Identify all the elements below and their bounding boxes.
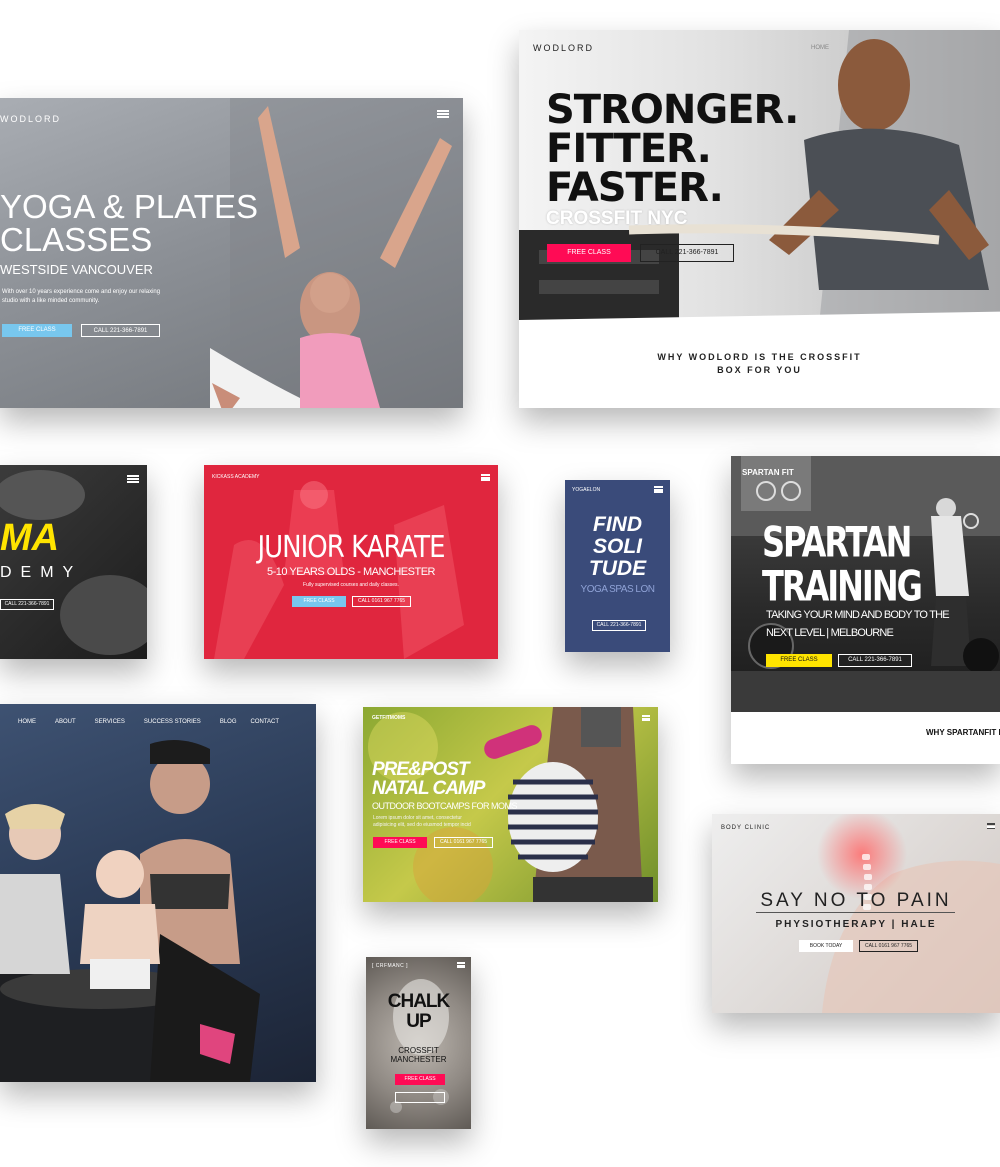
- crossfit-site-card: WODLORD HOME STRONGER. FITTER. FASTER. C…: [519, 30, 1000, 408]
- karate-site-card: KICKASS ACADEMY JUNIOR KARATE 5-10 YEARS…: [204, 465, 498, 659]
- solitude-line3: TUDE: [588, 557, 647, 580]
- menu-icon[interactable]: [654, 486, 663, 493]
- nav-about[interactable]: ABOUT: [55, 719, 76, 725]
- free-class-button[interactable]: FREE CLASS: [766, 654, 832, 667]
- solitude-site-card: YOGAELON FIND SOLI TUDE YOGA SPAS LON CA…: [565, 480, 670, 652]
- menu-icon[interactable]: [127, 475, 139, 483]
- yoga-location: WESTSIDE VANCOUVER: [0, 262, 153, 277]
- solitude-subtitle: YOGA SPAS LON: [580, 584, 655, 595]
- call-button[interactable]: CALL 221-366-7891: [838, 654, 912, 667]
- crossfit-logo: WODLORD: [533, 43, 594, 53]
- family-site-card: HOME ABOUT SERVICES SUCCESS STORIES BLOG…: [0, 704, 316, 1082]
- why-heading-line1: WHY WODLORD IS THE CROSSFIT: [657, 352, 862, 362]
- solitude-line1: FIND: [593, 513, 642, 536]
- natal-subtitle: OUTDOOR BOOTCAMPS FOR MOMS: [372, 801, 518, 811]
- nav-success-stories[interactable]: SUCCESS STORIES: [144, 719, 201, 725]
- chalk-logo: [ CRFMANC ]: [372, 963, 409, 969]
- nav-home[interactable]: HOME: [811, 45, 829, 51]
- spartan-site-card: SPARTAN FIT SPARTAN TRAINING TAKING YOUR…: [731, 456, 1000, 764]
- why-heading-line2: BOX FOR YOU: [717, 365, 802, 375]
- mma-title: MA: [0, 517, 60, 559]
- family-nav: HOME ABOUT SERVICES SUCCESS STORIES BLOG…: [18, 719, 279, 725]
- menu-icon[interactable]: [642, 715, 650, 721]
- call-button[interactable]: CALL 221-366-7891: [640, 244, 734, 262]
- yoga-title-line2: CLASSES: [0, 221, 153, 258]
- fighters-illustration: [0, 470, 147, 655]
- mma-site-card: MA DEMY CALL 221-366-7891: [0, 465, 147, 659]
- menu-icon[interactable]: [437, 110, 449, 118]
- clinic-subtitle: PHYSIOTHERAPY | HALE: [775, 919, 937, 930]
- natal-site-card: GETFITMOMS PRE&POST NATAL CAMP OUTDOOR B…: [363, 707, 658, 902]
- spartan-line1: SPARTAN: [762, 517, 912, 567]
- chalk-sub1: CROSSFIT: [398, 1046, 439, 1055]
- solitude-line2: SOLI: [592, 535, 642, 558]
- menu-icon[interactable]: [987, 823, 995, 829]
- natal-desc1: Lorem ipsum dolor sit amet, consectetur: [373, 815, 462, 821]
- menu-icon[interactable]: [481, 474, 490, 481]
- karate-logo: KICKASS ACADEMY: [212, 474, 260, 480]
- family-illustration: [0, 740, 260, 1082]
- chalk-sub2: MANCHESTER: [390, 1055, 447, 1064]
- natal-line2: NATAL CAMP: [372, 778, 485, 799]
- headline-line2: FITTER.: [546, 126, 712, 172]
- free-class-button[interactable]: FREE CLASS: [395, 1074, 445, 1085]
- call-button[interactable]: CALL 221-366-7891: [81, 324, 160, 337]
- call-button[interactable]: CALL 0161 967 7765: [434, 837, 493, 848]
- nav-blog[interactable]: BLOG: [220, 719, 237, 725]
- call-button[interactable]: [395, 1092, 445, 1103]
- natal-desc2: adipisicing elit, sed do eiusmod tempor …: [373, 822, 471, 828]
- nav-contact[interactable]: CONTACT: [251, 719, 280, 725]
- free-class-button[interactable]: FREE CLASS: [2, 324, 72, 337]
- crossfit-subtitle: CROSSFIT NYC: [546, 208, 688, 229]
- karate-description: Fully supervised courses and daily class…: [303, 582, 399, 588]
- call-button[interactable]: CALL 0161 967 7765: [859, 940, 918, 952]
- karate-subtitle: 5-10 YEARS OLDS - MANCHESTER: [267, 566, 435, 578]
- headline-line3: FASTER.: [546, 165, 724, 211]
- chalk-line2: UP: [406, 1011, 431, 1032]
- natal-line1: PRE&POST: [372, 759, 470, 780]
- menu-icon[interactable]: [457, 962, 465, 968]
- call-button[interactable]: CALL 0161 967 7765: [352, 596, 411, 607]
- yoga-logo: WODLORD: [0, 114, 61, 124]
- free-class-button[interactable]: FREE CLASS: [292, 596, 346, 607]
- spartan-sub1: TAKING YOUR MIND AND BODY TO THE: [766, 609, 950, 621]
- call-button[interactable]: CALL 221-366-7891: [592, 620, 646, 631]
- back-pain-illustration: [817, 814, 1000, 1013]
- natal-logo: GETFITMOMS: [372, 715, 406, 721]
- spartan-sub2: NEXT LEVEL | MELBOURNE: [766, 627, 894, 639]
- nav-services[interactable]: SERVICES: [95, 719, 125, 725]
- yoga-description: With over 10 years experience come and e…: [2, 289, 161, 304]
- mma-subtitle: DEMY: [0, 564, 83, 581]
- free-class-button[interactable]: FREE CLASS: [373, 837, 427, 848]
- book-today-button[interactable]: BOOK TODAY: [799, 940, 853, 952]
- yoga-site-card: WODLORD YOGA & PLATES CLASSES WESTSIDE V…: [0, 98, 463, 408]
- chalk-site-card: [ CRFMANC ] CHALK UP CROSSFIT MANCHESTER…: [366, 957, 471, 1129]
- call-button[interactable]: CALL 221-366-7891: [0, 599, 54, 610]
- clinic-title: SAY NO TO PAIN: [760, 890, 952, 911]
- solitude-logo: YOGAELON: [572, 487, 601, 493]
- free-class-button[interactable]: FREE CLASS: [547, 244, 631, 262]
- clinic-site-card: BODY CLINIC SAY NO TO PAIN PHYSIOTHERAPY…: [712, 814, 1000, 1013]
- yoga-title-line1: YOGA & PLATES: [0, 188, 258, 225]
- clinic-title-rule: [756, 912, 955, 913]
- why-heading: WHY SPARTANFIT IS: [926, 728, 1000, 737]
- clinic-logo: BODY CLINIC: [721, 825, 771, 831]
- headline-line1: STRONGER.: [546, 87, 799, 133]
- spartan-line2: TRAINING: [762, 561, 923, 611]
- chalk-hand-illustration: [390, 979, 449, 1113]
- spartan-logo: SPARTAN FIT: [742, 468, 794, 477]
- karate-title: JUNIOR KARATE: [257, 530, 445, 566]
- chalk-line1: CHALK: [387, 991, 451, 1012]
- nav-home[interactable]: HOME: [18, 719, 36, 725]
